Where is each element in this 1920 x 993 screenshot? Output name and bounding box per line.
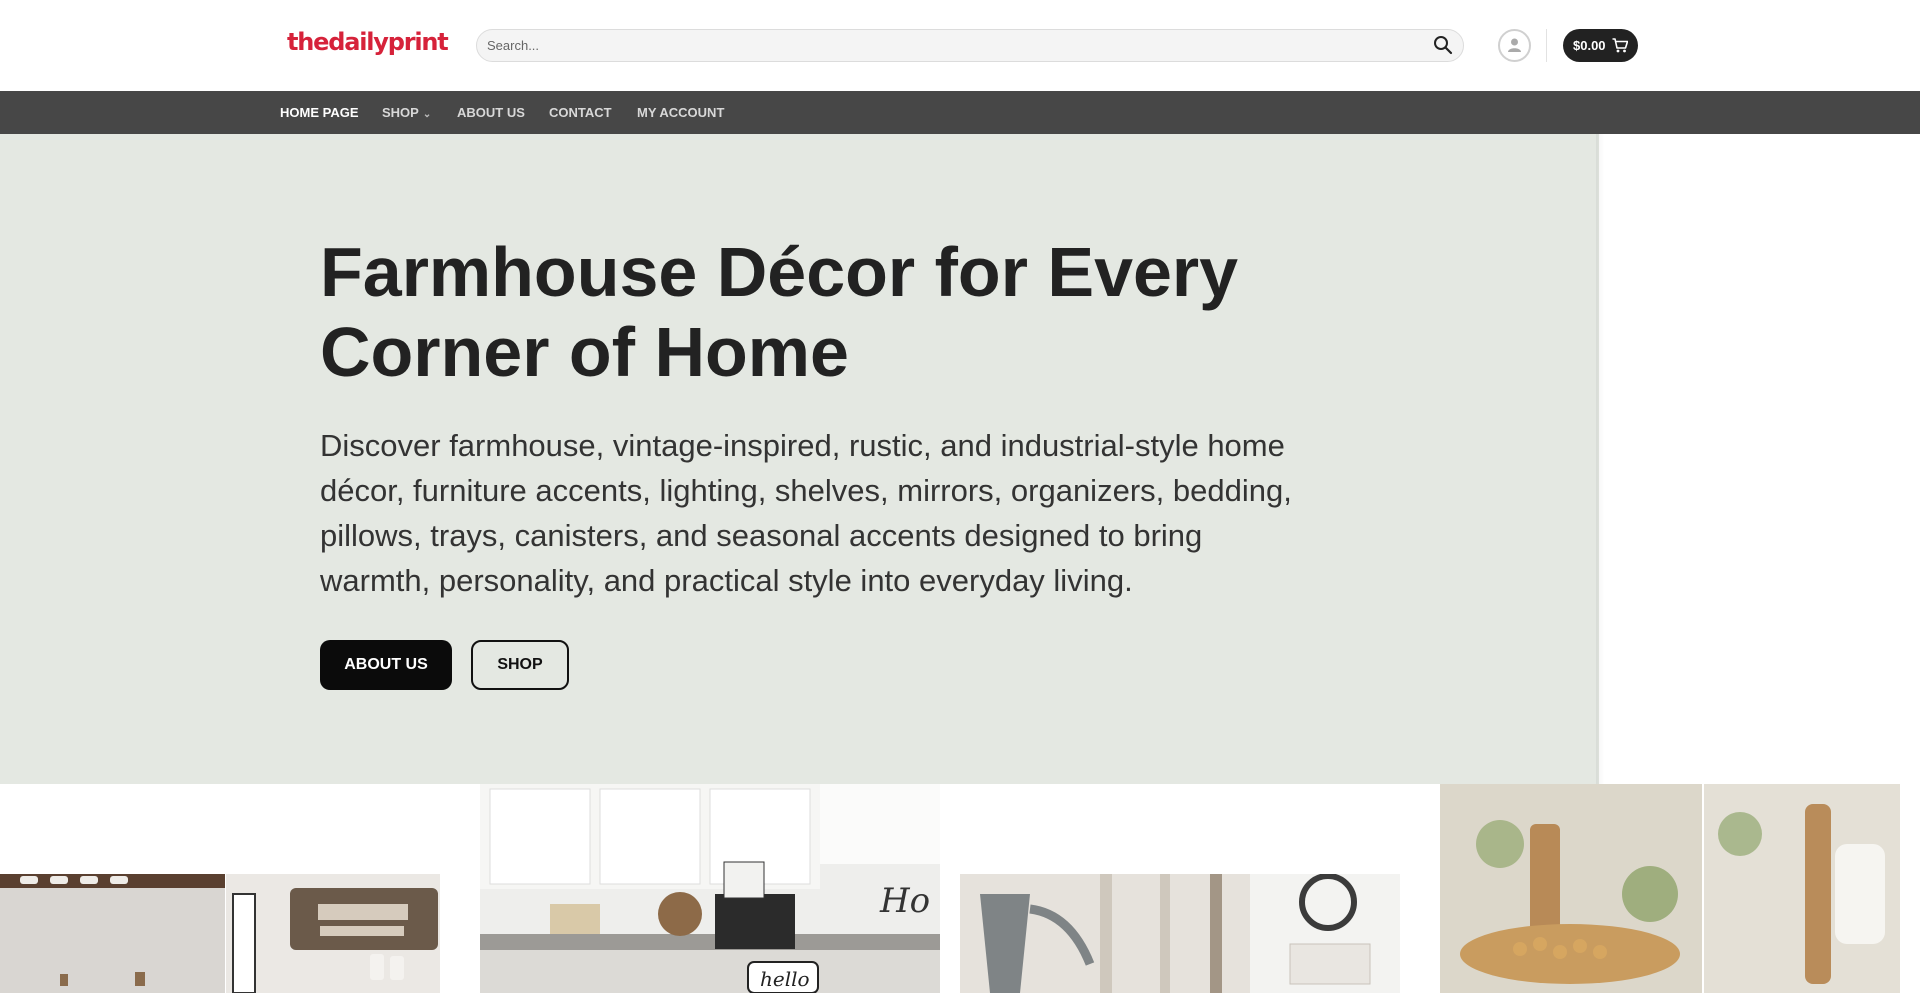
product-image-wood-risers[interactable] [1440,784,1900,993]
hero-section: Farmhouse Décor for Every Corner of Home… [0,134,1599,784]
nav-item-shop[interactable]: SHOP ⌄ [382,91,431,134]
search-bar [476,29,1464,62]
cart-icon [1612,38,1628,53]
account-button[interactable] [1498,29,1531,62]
nav-item-label: MY ACCOUNT [637,105,725,120]
nav-item-label: ABOUT US [457,105,525,120]
nav-item-about-us[interactable]: ABOUT US [457,91,525,134]
main-nav: HOME PAGE SHOP ⌄ ABOUT US CONTACT MY ACCO… [0,91,1920,134]
header-divider [1546,29,1547,62]
cart-total: $0.00 [1573,38,1606,53]
search-icon[interactable] [1433,35,1455,57]
search-input[interactable] [487,30,1407,61]
hero-title: Farmhouse Décor for Every Corner of Home [320,233,1239,391]
site-logo[interactable]: thedailyprint [287,28,449,56]
svg-text:hello: hello [760,967,810,991]
about-us-button[interactable]: ABOUT US [320,640,452,690]
chevron-down-icon: ⌄ [422,109,432,120]
hero-description: Discover farmhouse, vintage-inspired, ru… [320,428,1292,598]
product-image-kitchen-tiered-tray[interactable]: hello Ho [480,784,940,993]
nav-item-label: CONTACT [549,105,612,120]
nav-item-contact[interactable]: CONTACT [549,91,612,134]
site-header: thedailyprint $0.00 [0,0,1920,91]
nav-item-label: HOME PAGE [280,105,359,120]
nav-item-my-account[interactable]: MY ACCOUNT [637,91,724,134]
shop-button[interactable]: SHOP [471,640,569,690]
hero-edge-shadow [1596,134,1604,784]
product-image-shelves[interactable] [0,874,460,993]
nav-item-label: SHOP [382,105,419,120]
svg-text:Ho: Ho [879,881,930,921]
cart-button[interactable]: $0.00 [1563,29,1638,62]
product-image-watering-can[interactable] [960,874,1420,993]
nav-item-home-page[interactable]: HOME PAGE [280,91,359,134]
